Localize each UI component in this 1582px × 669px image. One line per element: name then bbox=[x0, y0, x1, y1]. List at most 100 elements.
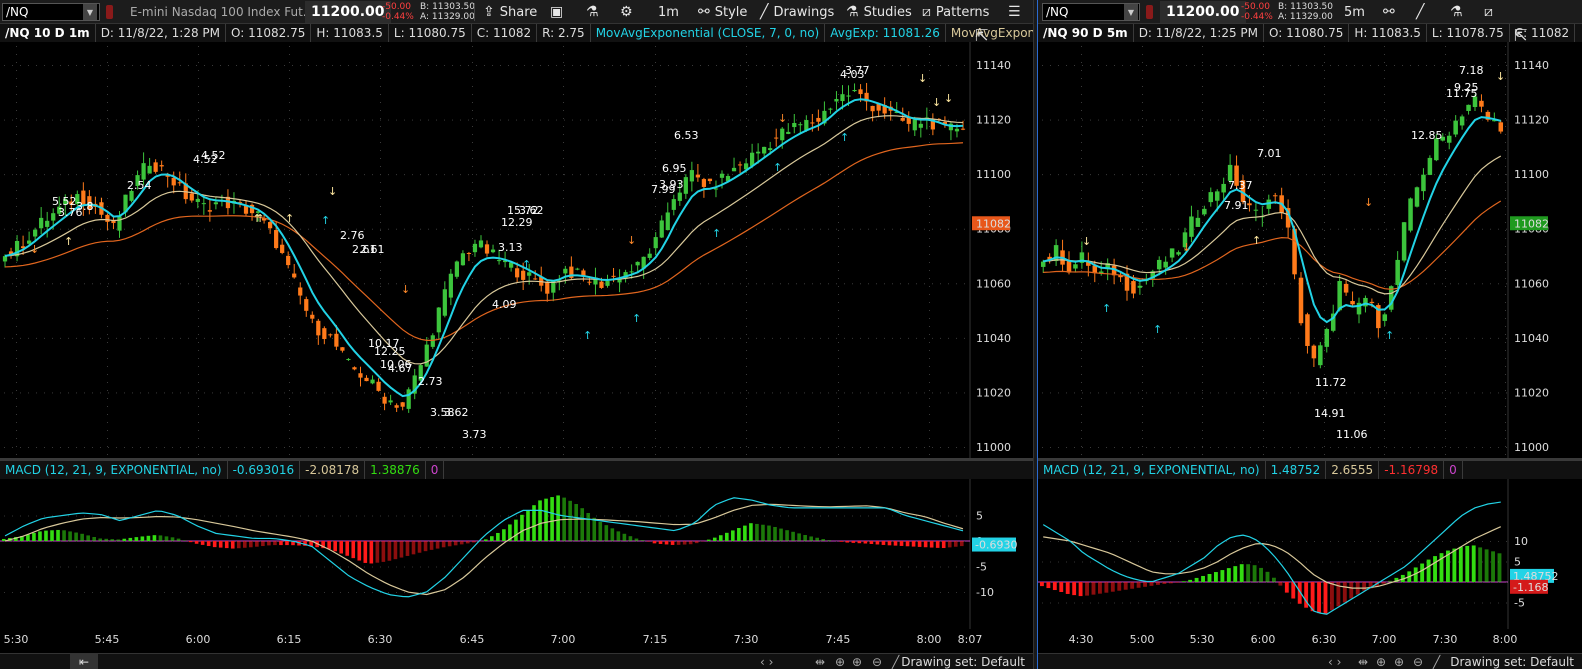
drawings-label: Drawings bbox=[773, 4, 835, 20]
ask-price: A: 11329.00 bbox=[1278, 12, 1333, 22]
grid-dot bbox=[60, 65, 61, 66]
grid-dot bbox=[668, 592, 669, 593]
scroll-toggle-icon[interactable]: ⇤ bbox=[70, 654, 98, 669]
grid-dot bbox=[612, 174, 613, 176]
grid-dot bbox=[924, 65, 925, 66]
grid-dot bbox=[172, 283, 173, 285]
drawings-button[interactable]: ╱ bbox=[1416, 0, 1424, 24]
symbol-dropdown-icon[interactable]: ▼ bbox=[83, 4, 97, 20]
drawing-set[interactable]: Drawing set: Default bbox=[901, 654, 1025, 669]
grid-dot bbox=[1354, 119, 1355, 121]
grid-dot bbox=[468, 515, 469, 517]
flask-button[interactable]: ⚗ bbox=[586, 0, 599, 24]
candle-body bbox=[587, 281, 592, 283]
grid-dot bbox=[892, 447, 893, 448]
grid-dot bbox=[1194, 65, 1195, 66]
drawing-set[interactable]: Drawing set: Default bbox=[1450, 654, 1574, 669]
patterns-button[interactable]: ⧄ bbox=[1484, 0, 1493, 24]
candle-body bbox=[900, 117, 905, 121]
left-price-chart[interactable]: 1114011120111001108011060110401102011000… bbox=[0, 42, 1033, 458]
grid-dot bbox=[332, 228, 333, 230]
fit-icon[interactable]: ⇹ bbox=[815, 654, 825, 669]
grid-dot bbox=[428, 566, 429, 568]
draw-line-icon[interactable]: ╱ bbox=[1433, 654, 1440, 669]
grid-dot bbox=[1178, 392, 1179, 394]
grid-dot bbox=[1362, 392, 1363, 394]
grid-dot bbox=[4, 228, 5, 230]
grid-dot bbox=[260, 283, 261, 285]
crosshair-icon[interactable]: ⊕ bbox=[1376, 654, 1386, 669]
grid-dot bbox=[524, 566, 525, 568]
grid-dot bbox=[380, 134, 381, 135]
grid-dot bbox=[124, 228, 125, 230]
style-button[interactable]: ⚯ bbox=[1383, 0, 1395, 24]
scroll-left-icon[interactable]: ‹ › bbox=[1328, 654, 1341, 669]
grid-dot bbox=[868, 566, 869, 568]
patterns-button[interactable]: ⧄ Patterns bbox=[922, 0, 989, 24]
bid-price: B: 11303.50 bbox=[420, 2, 476, 12]
grid-dot bbox=[472, 366, 473, 367]
grid-dot bbox=[380, 110, 381, 111]
snapshot-button[interactable]: ▣ bbox=[550, 0, 563, 24]
grid-dot bbox=[156, 65, 157, 66]
grid-dot bbox=[1324, 262, 1325, 263]
drawings-button[interactable]: ╱ Drawings bbox=[760, 0, 834, 24]
share-button[interactable]: ⇪ Share bbox=[483, 0, 537, 24]
grid-dot bbox=[1458, 447, 1459, 448]
grid-dot bbox=[292, 65, 293, 66]
symbol-dropdown-icon[interactable]: ▼ bbox=[1124, 4, 1138, 20]
macd-hist-bar bbox=[128, 537, 133, 541]
grid-dot bbox=[860, 174, 861, 176]
scroll-left-icon[interactable]: ‹ › bbox=[760, 654, 773, 669]
left-macd-chart[interactable]: 50-5-10-0.6930 bbox=[0, 479, 1033, 629]
macd-hist-bar bbox=[1214, 572, 1218, 582]
zoom-in-icon[interactable]: ⊕ bbox=[852, 654, 862, 669]
grid-dot bbox=[948, 515, 949, 517]
grid-dot bbox=[188, 566, 189, 568]
grid-dot bbox=[1266, 541, 1267, 542]
macd-hist-bar bbox=[496, 532, 500, 541]
grid-dot bbox=[892, 119, 893, 121]
right-macd-chart[interactable]: 1050-51.48752-1.168 bbox=[1038, 479, 1582, 629]
grid-dot bbox=[1142, 198, 1143, 199]
grid-dot bbox=[308, 592, 309, 593]
studies-button[interactable]: ⚗ bbox=[1450, 0, 1463, 24]
grid-dot bbox=[740, 65, 741, 66]
grid-dot bbox=[412, 228, 413, 230]
grid-dot bbox=[472, 126, 473, 127]
timeframe-button[interactable]: 5m bbox=[1344, 0, 1365, 24]
fit-icon[interactable]: ⇹ bbox=[1358, 654, 1368, 669]
macd-hist-bar bbox=[56, 529, 60, 541]
macd-hist-bar bbox=[399, 541, 404, 558]
grid-dot bbox=[1106, 561, 1107, 563]
grid-dot bbox=[732, 283, 733, 285]
studies-button[interactable]: ⚗ Studies bbox=[846, 0, 912, 24]
candle-body bbox=[153, 162, 158, 172]
macd-hist-bar bbox=[116, 539, 121, 541]
grid-dot bbox=[652, 283, 653, 285]
grid-dot bbox=[524, 65, 525, 66]
style-button[interactable]: ⚯ Style bbox=[698, 0, 747, 24]
zoom-in-icon[interactable]: ⊕ bbox=[1394, 654, 1404, 669]
grid-dot bbox=[1142, 78, 1143, 79]
grid-dot bbox=[1505, 110, 1506, 111]
grid-dot bbox=[1186, 392, 1187, 394]
grid-dot bbox=[260, 541, 261, 542]
grid-dot bbox=[92, 174, 93, 176]
grid-dot bbox=[655, 142, 656, 143]
grid-dot bbox=[460, 447, 461, 448]
grid-dot bbox=[332, 65, 333, 66]
settings-button[interactable]: ⚙ bbox=[620, 0, 633, 24]
grid-dot bbox=[548, 174, 549, 176]
zoom-out-icon[interactable]: ⊖ bbox=[872, 654, 882, 669]
grid-dot bbox=[1226, 119, 1227, 121]
timeframe-button[interactable]: 1m bbox=[658, 0, 679, 24]
draw-line-icon[interactable]: ╱ bbox=[892, 654, 899, 669]
grid-dot bbox=[308, 228, 309, 230]
right-price-chart[interactable]: 1114011120111001108011060110401102011000… bbox=[1038, 42, 1582, 458]
grid-dot bbox=[1142, 46, 1143, 47]
menu-button[interactable]: ☰ bbox=[1008, 0, 1021, 24]
crosshair-icon[interactable]: ⊕ bbox=[835, 654, 845, 669]
zoom-out-icon[interactable]: ⊖ bbox=[1413, 654, 1423, 669]
pencil-icon: ╱ bbox=[760, 4, 769, 20]
